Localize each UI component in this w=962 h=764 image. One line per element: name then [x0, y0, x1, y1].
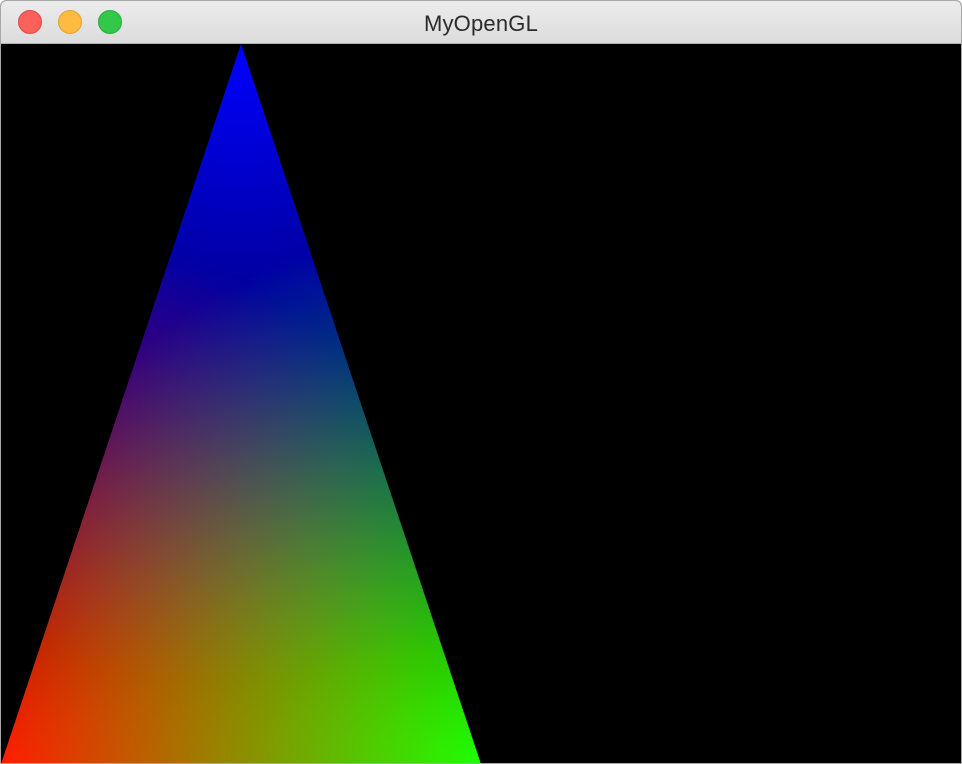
title-bar[interactable]: MyOpenGL [1, 1, 961, 44]
render-surface [1, 44, 961, 763]
app-window: MyOpenGL [0, 0, 962, 764]
opengl-canvas[interactable] [1, 44, 961, 763]
window-title: MyOpenGL [423, 11, 539, 36]
